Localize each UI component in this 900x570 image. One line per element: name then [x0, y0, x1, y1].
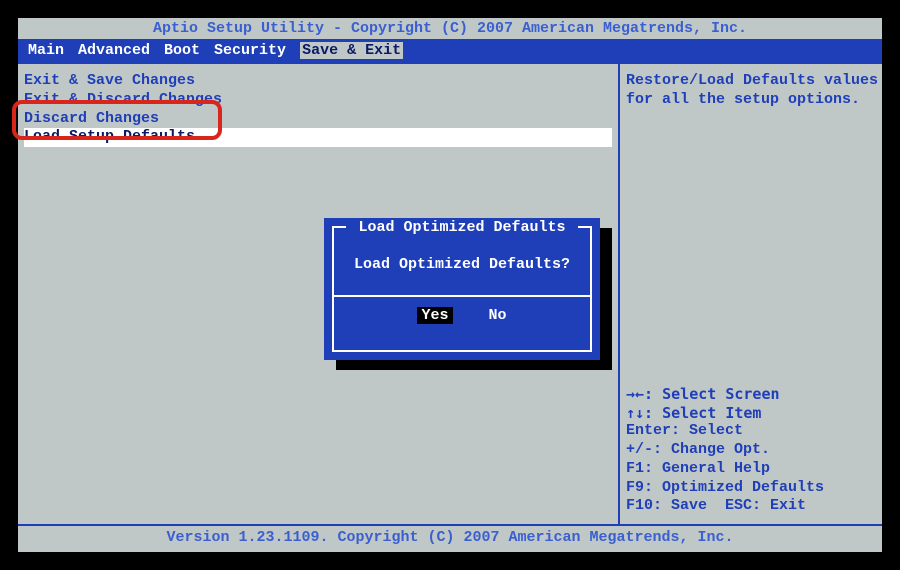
key-select-item: ↑↓: Select Item: [626, 404, 876, 423]
menu-main[interactable]: Main: [28, 42, 64, 59]
opt-exit-discard[interactable]: Exit & Discard Changes: [24, 91, 612, 110]
dialog-separator: [334, 295, 590, 297]
confirm-dialog: Load Optimized Defaults Load Optimized D…: [324, 218, 600, 360]
menu-security[interactable]: Security: [214, 42, 286, 59]
key-f1: F1: General Help: [626, 460, 876, 479]
help-line-1: Restore/Load Defaults values: [626, 72, 876, 91]
menu-advanced[interactable]: Advanced: [78, 42, 150, 59]
opt-discard[interactable]: Discard Changes: [24, 110, 612, 129]
help-line-2: for all the setup options.: [626, 91, 876, 110]
header-title: Aptio Setup Utility - Copyright (C) 2007…: [18, 18, 882, 39]
dialog-buttons: Yes No: [334, 307, 590, 324]
menu-boot[interactable]: Boot: [164, 42, 200, 59]
right-pane: Restore/Load Defaults values for all the…: [620, 64, 882, 524]
dialog-title: Load Optimized Defaults: [346, 219, 578, 236]
help-text: Restore/Load Defaults values for all the…: [626, 72, 876, 110]
menu-bar: Main Advanced Boot Security Save & Exit: [18, 39, 882, 62]
dialog-message: Load Optimized Defaults?: [334, 256, 590, 273]
key-f9: F9: Optimized Defaults: [626, 479, 876, 498]
dialog-no-button[interactable]: No: [489, 307, 507, 324]
footer-text: Version 1.23.1109. Copyright (C) 2007 Am…: [18, 526, 882, 549]
dialog-inner: Load Optimized Defaults Load Optimized D…: [332, 226, 592, 352]
key-enter: Enter: Select: [626, 422, 876, 441]
menu-save-exit[interactable]: Save & Exit: [300, 42, 403, 59]
key-select-screen: →←: Select Screen: [626, 385, 876, 404]
key-f10: F10: Save ESC: Exit: [626, 497, 876, 516]
key-help: →←: Select Screen ↑↓: Select Item Enter:…: [626, 385, 876, 516]
dialog-yes-button[interactable]: Yes: [417, 307, 452, 324]
opt-exit-save[interactable]: Exit & Save Changes: [24, 72, 612, 91]
opt-load-defaults[interactable]: Load Setup Defaults: [24, 128, 612, 147]
key-change: +/-: Change Opt.: [626, 441, 876, 460]
